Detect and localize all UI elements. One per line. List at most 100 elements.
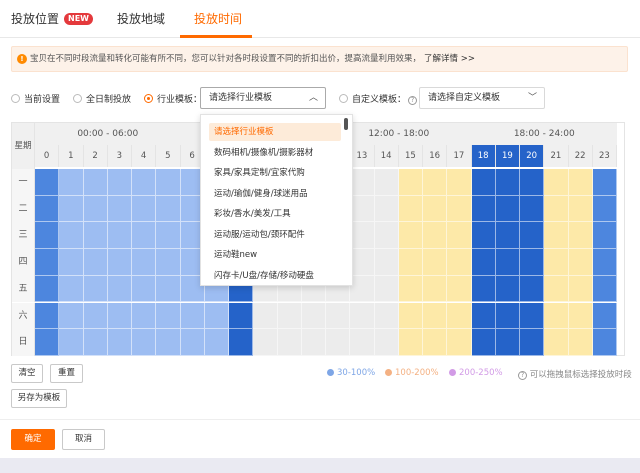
time-slot-cell[interactable] <box>107 329 132 356</box>
time-slot-cell[interactable] <box>350 249 375 276</box>
time-slot-cell[interactable] <box>447 169 472 196</box>
time-slot-cell[interactable] <box>592 275 617 303</box>
time-slot-cell[interactable] <box>156 302 181 330</box>
time-slot-cell[interactable] <box>495 329 520 356</box>
time-slot-cell[interactable] <box>447 195 472 223</box>
time-slot-cell[interactable] <box>471 302 496 330</box>
time-slot-cell[interactable] <box>350 195 375 223</box>
time-slot-cell[interactable] <box>35 275 60 303</box>
time-slot-cell[interactable] <box>544 249 569 276</box>
time-slot-cell[interactable] <box>35 329 60 356</box>
time-slot-cell[interactable] <box>398 302 423 330</box>
time-slot-cell[interactable] <box>447 302 472 330</box>
help-icon[interactable]: ? <box>408 96 418 105</box>
save-as-template-button[interactable]: 另存为模板 <box>11 389 67 408</box>
time-slot-cell[interactable] <box>423 329 448 356</box>
time-slot-cell[interactable] <box>229 302 254 330</box>
hour-column-header[interactable]: 16 <box>423 145 448 167</box>
radio-all-day[interactable]: 全日制投放 <box>73 92 131 105</box>
time-slot-cell[interactable] <box>374 169 399 196</box>
hour-column-header[interactable]: 22 <box>568 145 593 167</box>
time-slot-cell[interactable] <box>520 275 545 303</box>
time-slot-cell[interactable] <box>35 222 60 250</box>
hour-column-header[interactable]: 18 <box>471 145 496 167</box>
weekday-row-label[interactable]: 三 <box>12 222 35 250</box>
time-slot-cell[interactable] <box>471 249 496 276</box>
tab-time[interactable]: 投放时间 <box>194 10 242 27</box>
time-slot-cell[interactable] <box>132 275 157 303</box>
time-slot-cell[interactable] <box>423 249 448 276</box>
hour-column-header[interactable]: 4 <box>132 145 157 167</box>
time-slot-cell[interactable] <box>83 222 108 250</box>
time-slot-cell[interactable] <box>83 195 108 223</box>
time-slot-cell[interactable] <box>229 329 254 356</box>
time-slot-cell[interactable] <box>495 169 520 196</box>
time-slot-cell[interactable] <box>495 275 520 303</box>
time-slot-cell[interactable] <box>544 302 569 330</box>
time-slot-cell[interactable] <box>423 275 448 303</box>
hour-column-header[interactable]: 3 <box>107 145 132 167</box>
time-slot-cell[interactable] <box>35 169 60 196</box>
time-slot-cell[interactable] <box>398 169 423 196</box>
time-slot-cell[interactable] <box>156 195 181 223</box>
time-slot-cell[interactable] <box>180 329 205 356</box>
hour-column-header[interactable]: 5 <box>156 145 181 167</box>
time-slot-cell[interactable] <box>253 302 278 330</box>
clear-button[interactable]: 清空 <box>11 364 43 383</box>
time-slot-cell[interactable] <box>544 329 569 356</box>
time-slot-cell[interactable] <box>107 249 132 276</box>
weekday-row-label[interactable]: 六 <box>12 302 35 330</box>
industry-template-select[interactable]: 请选择行业模板 ︿ <box>200 87 326 109</box>
time-slot-cell[interactable] <box>520 195 545 223</box>
weekday-row-label[interactable]: 一 <box>12 169 35 196</box>
time-slot-cell[interactable] <box>59 249 84 276</box>
time-slot-cell[interactable] <box>520 329 545 356</box>
time-slot-cell[interactable] <box>447 249 472 276</box>
time-slot-cell[interactable] <box>59 169 84 196</box>
hour-column-header[interactable]: 23 <box>592 145 617 167</box>
time-slot-cell[interactable] <box>156 169 181 196</box>
hour-column-header[interactable]: 2 <box>83 145 108 167</box>
hour-column-header[interactable]: 0 <box>35 145 60 167</box>
time-slot-cell[interactable] <box>83 302 108 330</box>
time-slot-cell[interactable] <box>59 195 84 223</box>
time-slot-cell[interactable] <box>423 222 448 250</box>
custom-template-select[interactable]: 请选择自定义模板 ﹀ <box>419 87 545 109</box>
dropdown-option[interactable]: 运动/瑜伽/健身/球迷用品 <box>209 185 341 203</box>
time-slot-cell[interactable] <box>35 249 60 276</box>
time-slot-cell[interactable] <box>544 222 569 250</box>
time-slot-cell[interactable] <box>471 169 496 196</box>
time-slot-cell[interactable] <box>35 195 60 223</box>
time-slot-cell[interactable] <box>374 329 399 356</box>
time-slot-cell[interactable] <box>253 329 278 356</box>
time-slot-cell[interactable] <box>398 222 423 250</box>
time-slot-cell[interactable] <box>156 249 181 276</box>
time-slot-cell[interactable] <box>374 195 399 223</box>
time-slot-cell[interactable] <box>301 329 326 356</box>
time-slot-cell[interactable] <box>544 169 569 196</box>
time-slot-cell[interactable] <box>520 249 545 276</box>
hour-column-header[interactable]: 14 <box>374 145 399 167</box>
time-slot-cell[interactable] <box>568 195 593 223</box>
time-slot-cell[interactable] <box>398 249 423 276</box>
time-slot-cell[interactable] <box>132 302 157 330</box>
learn-more-link[interactable]: 了解详情 >> <box>424 54 475 64</box>
time-slot-cell[interactable] <box>132 222 157 250</box>
time-slot-cell[interactable] <box>568 169 593 196</box>
time-slot-cell[interactable] <box>471 329 496 356</box>
time-slot-cell[interactable] <box>592 195 617 223</box>
time-slot-cell[interactable] <box>447 329 472 356</box>
time-slot-cell[interactable] <box>204 329 229 356</box>
time-slot-cell[interactable] <box>398 329 423 356</box>
time-slot-cell[interactable] <box>374 249 399 276</box>
time-slot-cell[interactable] <box>301 302 326 330</box>
time-slot-cell[interactable] <box>398 275 423 303</box>
time-slot-cell[interactable] <box>495 195 520 223</box>
time-slot-cell[interactable] <box>107 222 132 250</box>
time-slot-cell[interactable] <box>423 302 448 330</box>
radio-current-settings[interactable]: 当前设置 <box>11 92 60 105</box>
time-slot-cell[interactable] <box>592 222 617 250</box>
time-slot-cell[interactable] <box>83 329 108 356</box>
time-slot-cell[interactable] <box>471 222 496 250</box>
time-slot-cell[interactable] <box>156 329 181 356</box>
